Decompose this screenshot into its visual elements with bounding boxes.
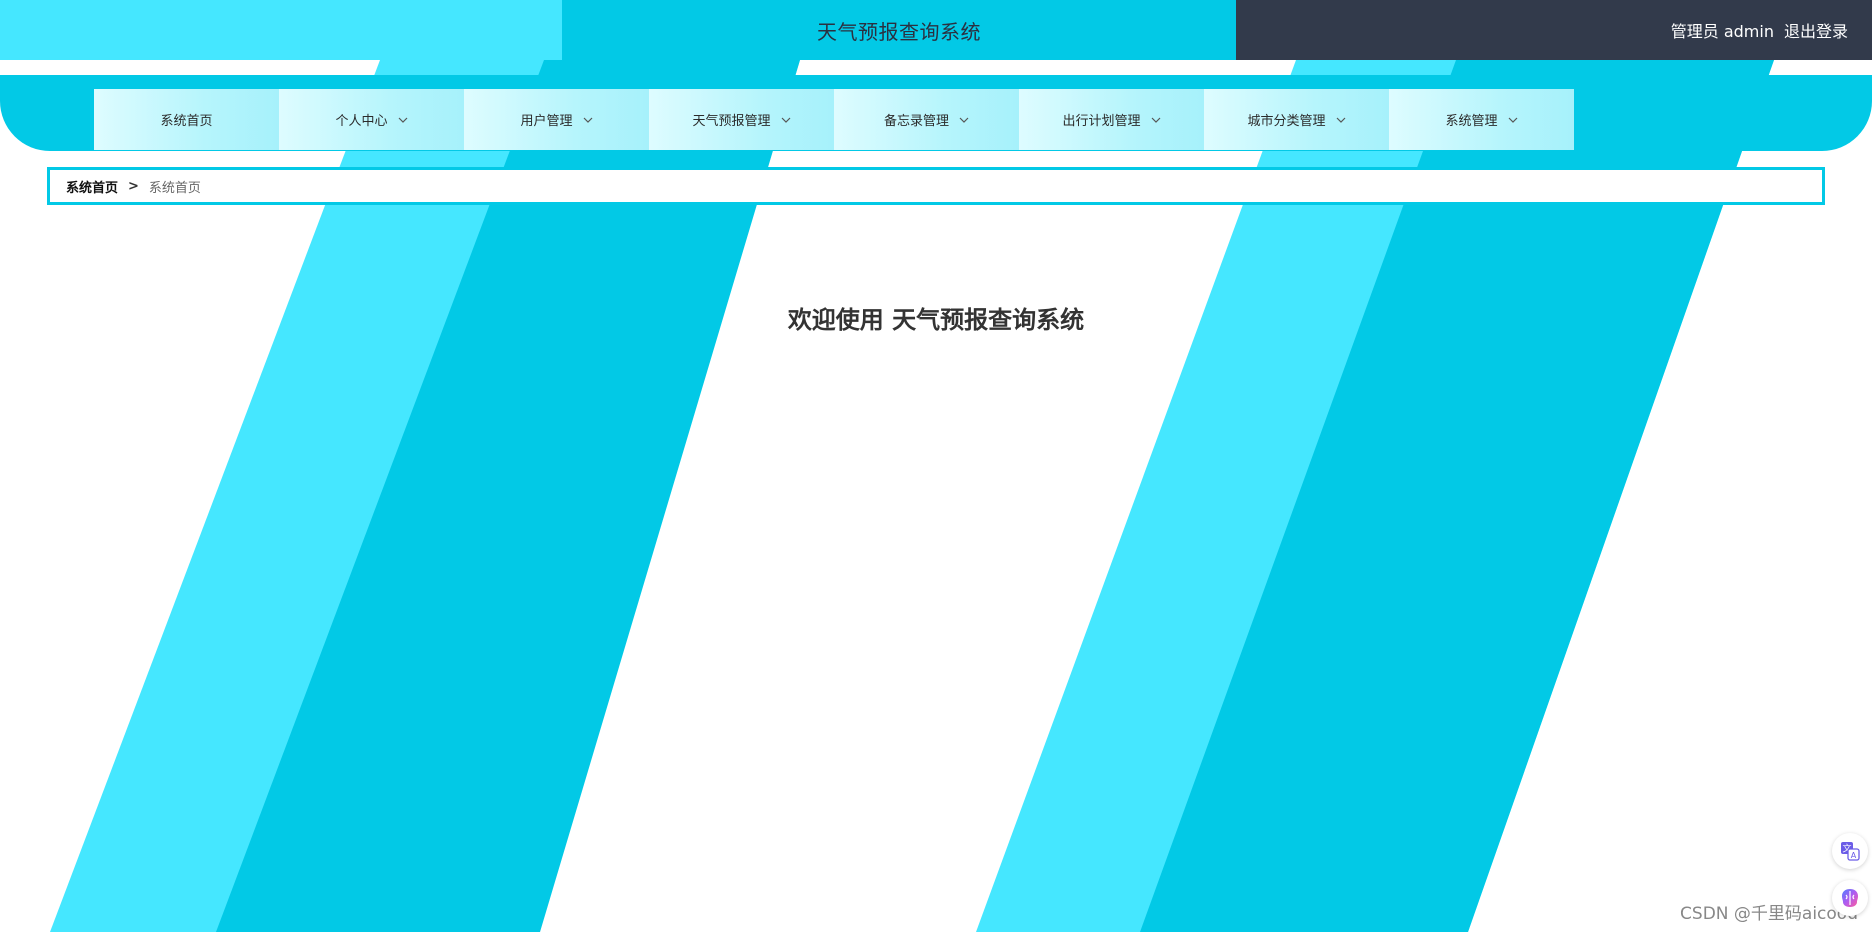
chevron-down-icon xyxy=(398,117,407,123)
brain-icon xyxy=(1842,889,1858,907)
welcome-heading: 欢迎使用 天气预报查询系统 xyxy=(787,306,1085,334)
nav-item-label: 用户管理 xyxy=(520,114,573,129)
chevron-down-icon xyxy=(1151,117,1160,123)
top-header: 天气预报查询系统 管理员 admin 退出登录 xyxy=(0,0,1872,60)
chevron-down-icon xyxy=(959,117,969,123)
logout-link[interactable]: 退出登录 xyxy=(1784,18,1848,42)
breadcrumb: 系统首页 > 系统首页 xyxy=(47,167,1825,205)
nav-item-5[interactable]: 出行计划管理 xyxy=(1019,89,1204,150)
header-title-block: 天气预报查询系统 xyxy=(562,0,1236,60)
nav-item-6[interactable]: 城市分类管理 xyxy=(1204,89,1389,150)
translate-button[interactable]: 文 A xyxy=(1832,833,1868,869)
nav-item-label: 个人中心 xyxy=(335,114,388,129)
page: 天气预报查询系统 管理员 admin 退出登录 系统首页 个人中心 用户管理 天气预报… xyxy=(0,0,1872,932)
breadcrumb-home[interactable]: 系统首页 xyxy=(66,177,118,196)
nav-item-label: 出行计划管理 xyxy=(1062,114,1141,129)
nav-item-label: 系统首页 xyxy=(160,114,213,129)
csdn-watermark: CSDN @千里码aicood xyxy=(1680,904,1858,924)
nav-item-label: 天气预报管理 xyxy=(692,114,771,129)
translate-icon: 文 A xyxy=(1841,842,1860,861)
nav-item-2[interactable]: 用户管理 xyxy=(464,89,649,150)
nav-item-label: 系统管理 xyxy=(1445,114,1498,129)
nav-item-3[interactable]: 天气预报管理 xyxy=(649,89,834,150)
nav-item-label: 城市分类管理 xyxy=(1247,114,1326,129)
svg-text:A: A xyxy=(1851,851,1857,860)
chevron-down-icon xyxy=(781,117,790,123)
chevron-down-icon xyxy=(1336,117,1345,123)
chevron-down-icon xyxy=(583,117,592,123)
breadcrumb-current: 系统首页 xyxy=(148,180,201,196)
nav-item-7[interactable]: 系统管理 xyxy=(1389,89,1574,150)
nav-item-1[interactable]: 个人中心 xyxy=(279,89,464,150)
breadcrumb-separator: > xyxy=(128,178,139,194)
assistant-button[interactable] xyxy=(1832,880,1868,916)
nav-item-0[interactable]: 系统首页 xyxy=(94,89,279,150)
chevron-down-icon xyxy=(1508,117,1517,123)
header-user-area: 管理员 admin 退出登录 xyxy=(1236,0,1872,60)
main-nav: 系统首页 个人中心 用户管理 天气预报管理 备忘录管理 出行计划管理 城市分类管理 系统管理 xyxy=(94,89,1574,150)
app-title: 天气预报查询系统 xyxy=(817,19,981,44)
nav-item-label: 备忘录管理 xyxy=(883,114,949,129)
user-info: 管理员 admin xyxy=(1670,22,1774,41)
nav-item-4[interactable]: 备忘录管理 xyxy=(834,89,1019,150)
header-left-block xyxy=(0,0,562,60)
